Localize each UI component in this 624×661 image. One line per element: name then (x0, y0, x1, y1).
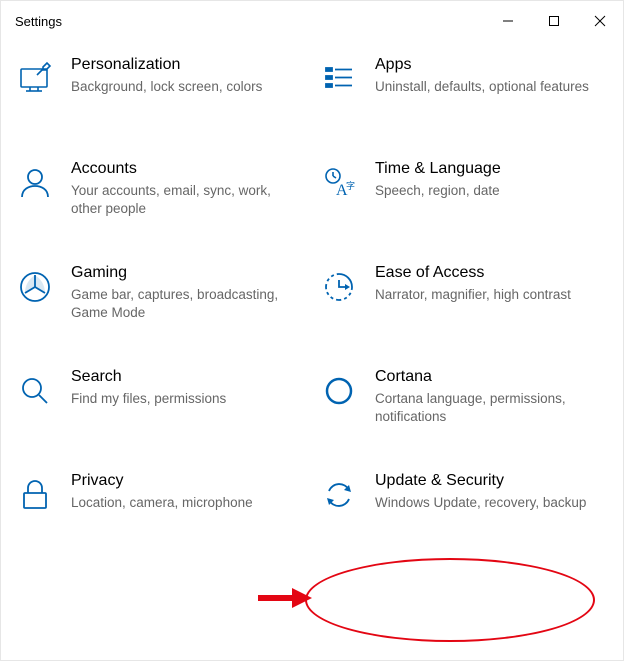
category-desc: Cortana language, permissions, notificat… (375, 390, 607, 426)
annotation-arrow (256, 587, 312, 609)
cortana-icon (319, 371, 359, 411)
category-desc: Speech, region, date (375, 182, 607, 200)
category-desc: Narrator, magnifier, high contrast (375, 286, 607, 304)
category-privacy[interactable]: Privacy Location, camera, microphone (15, 471, 309, 531)
category-title: Search (71, 367, 303, 388)
category-title: Update & Security (375, 471, 607, 492)
categories-grid: Personalization Background, lock screen,… (1, 41, 623, 541)
category-ease-of-access[interactable]: Ease of Access Narrator, magnifier, high… (319, 263, 613, 323)
category-desc: Uninstall, defaults, optional features (375, 78, 607, 96)
category-accounts[interactable]: Accounts Your accounts, email, sync, wor… (15, 159, 309, 219)
titlebar: Settings (1, 1, 623, 41)
update-security-icon (319, 475, 359, 515)
close-button[interactable] (577, 1, 623, 41)
window-title: Settings (15, 14, 62, 29)
category-desc: Background, lock screen, colors (71, 78, 303, 96)
category-title: Ease of Access (375, 263, 607, 284)
category-title: Personalization (71, 55, 303, 76)
search-icon (15, 371, 55, 411)
category-title: Privacy (71, 471, 303, 492)
category-gaming[interactable]: Gaming Game bar, captures, broadcasting,… (15, 263, 309, 323)
category-title: Cortana (375, 367, 607, 388)
category-desc: Find my files, permissions (71, 390, 303, 408)
maximize-button[interactable] (531, 1, 577, 41)
window-controls (485, 1, 623, 41)
category-desc: Your accounts, email, sync, work, other … (71, 182, 303, 218)
ease-of-access-icon (319, 267, 359, 307)
category-desc: Windows Update, recovery, backup (375, 494, 607, 512)
category-title: Gaming (71, 263, 303, 284)
category-desc: Location, camera, microphone (71, 494, 303, 512)
category-title: Time & Language (375, 159, 607, 180)
category-apps[interactable]: Apps Uninstall, defaults, optional featu… (319, 55, 613, 115)
annotation-circle (305, 558, 595, 642)
accounts-icon (15, 163, 55, 203)
category-search[interactable]: Search Find my files, permissions (15, 367, 309, 427)
category-time-language[interactable]: A 字 Time & Language Speech, region, date (319, 159, 613, 219)
svg-text:字: 字 (346, 180, 355, 191)
minimize-button[interactable] (485, 1, 531, 41)
privacy-icon (15, 475, 55, 515)
time-language-icon: A 字 (319, 163, 359, 203)
personalization-icon (15, 59, 55, 99)
apps-icon (319, 59, 359, 99)
gaming-icon (15, 267, 55, 307)
category-title: Accounts (71, 159, 303, 180)
category-title: Apps (375, 55, 607, 76)
category-desc: Game bar, captures, broadcasting, Game M… (71, 286, 303, 322)
category-personalization[interactable]: Personalization Background, lock screen,… (15, 55, 309, 115)
category-cortana[interactable]: Cortana Cortana language, permissions, n… (319, 367, 613, 427)
category-update-security[interactable]: Update & Security Windows Update, recove… (319, 471, 613, 531)
